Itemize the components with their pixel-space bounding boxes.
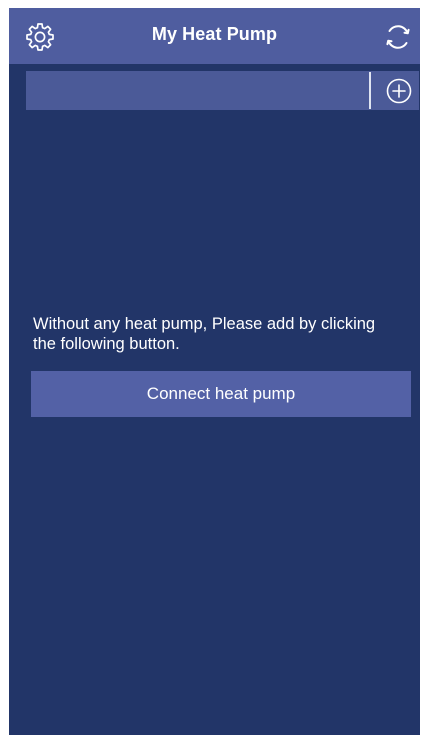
connect-heat-pump-button[interactable]: Connect heat pump [31, 371, 411, 417]
device-tabs[interactable] [26, 71, 369, 110]
empty-state-message: Without any heat pump, Please add by cli… [33, 315, 376, 353]
refresh-icon [386, 25, 410, 49]
top-app-bar: My Heat Pump [9, 8, 420, 64]
page-title: My Heat Pump [151, 24, 278, 44]
circle-plus-icon [386, 78, 412, 104]
refresh-button[interactable] [381, 20, 415, 54]
device-selector-bar [26, 71, 419, 110]
app-screen: My Heat Pump Without any heat pump, Plea… [9, 8, 420, 735]
add-device-button[interactable] [381, 74, 417, 108]
divider [369, 72, 371, 109]
